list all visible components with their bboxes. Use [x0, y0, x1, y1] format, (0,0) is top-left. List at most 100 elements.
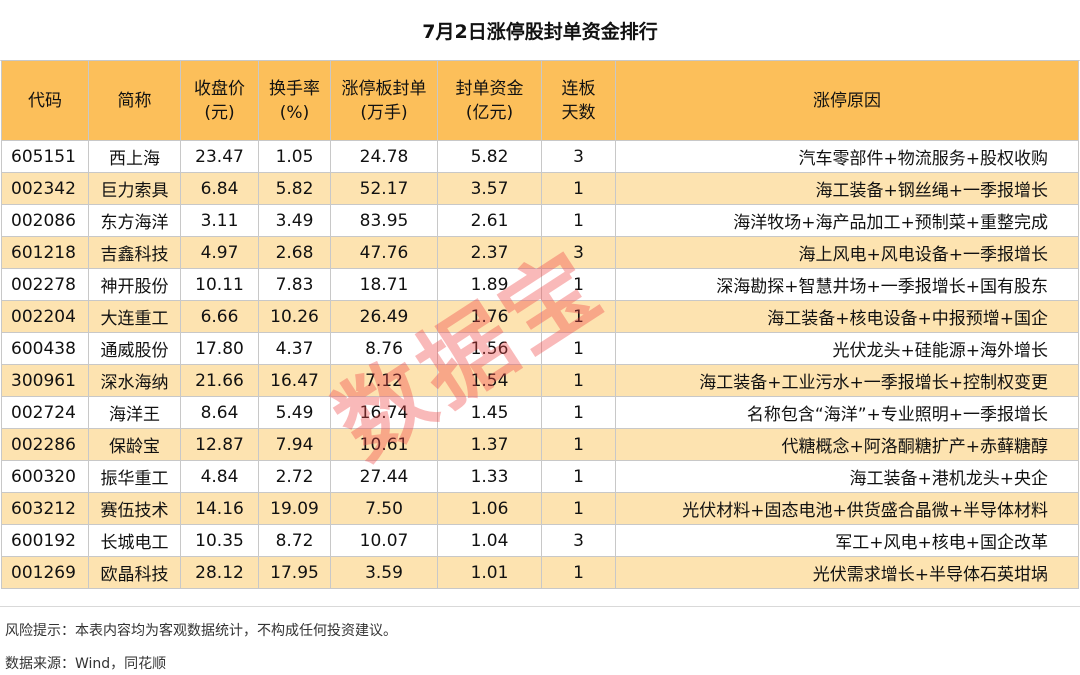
table-row: 300961 深水海纳 21.66 16.47 7.12 1.54 1 海工装备+工业污水+一…: [1, 364, 1079, 397]
close-price-cell: 4.97: [180, 236, 259, 269]
stock-code-cell: 605151: [1, 140, 89, 173]
table-row: 001269 欧晶科技 28.12 17.95 3.59 1.01 1 光伏需求增长+半导体石…: [1, 556, 1079, 589]
consecutive-days-cell: 1: [541, 492, 616, 525]
stock-name-cell: 海洋王: [88, 396, 181, 429]
stock-code-cell: 300961: [1, 364, 89, 397]
consecutive-days-cell: 1: [541, 172, 616, 205]
seal-amount-cell: 3.57: [437, 172, 542, 205]
page-title: 7月2日涨停股封单资金排行: [0, 0, 1080, 61]
limit-up-reason-cell: 名称包含“海洋”+专业照明+一季报增长: [615, 396, 1079, 429]
table-row: 002342 巨力索具 6.84 5.82 52.17 3.57 1 海工装备+钢丝绳+一季报…: [1, 172, 1079, 205]
close-price-cell: 17.80: [180, 332, 259, 365]
seal-volume-cell: 10.07: [330, 524, 438, 557]
limit-up-reason-cell: 军工+风电+核电+国企改革: [615, 524, 1079, 557]
seal-volume-cell: 16.74: [330, 396, 438, 429]
seal-amount-cell: 1.01: [437, 556, 542, 589]
limit-up-reason-cell: 海工装备+港机龙头+央企: [615, 460, 1079, 493]
stock-name-cell: 振华重工: [88, 460, 181, 493]
close-price-cell: 8.64: [180, 396, 259, 429]
close-price-cell: 14.16: [180, 492, 259, 525]
consecutive-days-cell: 1: [541, 204, 616, 237]
seal-volume-cell: 3.59: [330, 556, 438, 589]
table-header: 代码 简称 收盘价 (元) 换手率 (%) 涨停板封单 (万手) 封单资金 (亿元) 连板 天数 涨停原…: [1, 60, 1079, 141]
stock-name-cell: 深水海纳: [88, 364, 181, 397]
seal-volume-cell: 27.44: [330, 460, 438, 493]
seal-volume-cell: 47.76: [330, 236, 438, 269]
column-header-line: 收盘价: [194, 78, 245, 99]
table-row: 600320 振华重工 4.84 2.72 27.44 1.33 1 海工装备+港机龙头+央企: [1, 460, 1079, 493]
consecutive-days-cell: 1: [541, 332, 616, 365]
turnover-rate-cell: 5.49: [258, 396, 331, 429]
seal-amount-cell: 1.04: [437, 524, 542, 557]
close-price-cell: 6.66: [180, 300, 259, 333]
close-price-cell: 4.84: [180, 460, 259, 493]
stock-code-cell: 600192: [1, 524, 89, 557]
limit-up-reason-cell: 海上风电+风电设备+一季报增长: [615, 236, 1079, 269]
close-price-cell: 3.11: [180, 204, 259, 237]
seal-amount-cell: 1.56: [437, 332, 542, 365]
close-price-cell: 23.47: [180, 140, 259, 173]
column-header: 简称: [88, 60, 181, 141]
turnover-rate-cell: 19.09: [258, 492, 331, 525]
limit-up-reason-cell: 海工装备+钢丝绳+一季报增长: [615, 172, 1079, 205]
limit-up-reason-cell: 深海勘探+智慧井场+一季报增长+国有股东: [615, 268, 1079, 301]
seal-amount-cell: 1.45: [437, 396, 542, 429]
stock-name-cell: 保龄宝: [88, 428, 181, 461]
table-row: 002204 大连重工 6.66 10.26 26.49 1.76 1 海工装备+核电设备+中…: [1, 300, 1079, 333]
column-header: 代码: [1, 60, 89, 141]
seal-amount-cell: 1.76: [437, 300, 542, 333]
close-price-cell: 12.87: [180, 428, 259, 461]
stock-name-cell: 赛伍技术: [88, 492, 181, 525]
table-row: 603212 赛伍技术 14.16 19.09 7.50 1.06 1 光伏材料+固态电池+供…: [1, 492, 1079, 525]
column-header-line: 封单资金: [455, 78, 524, 99]
stock-code-cell: 001269: [1, 556, 89, 589]
turnover-rate-cell: 10.26: [258, 300, 331, 333]
stock-name-cell: 吉鑫科技: [88, 236, 181, 269]
column-header: 涨停板封单 (万手): [330, 60, 438, 141]
table-row: 002724 海洋王 8.64 5.49 16.74 1.45 1 名称包含“海洋”+专业照明…: [1, 396, 1079, 429]
seal-volume-cell: 24.78: [330, 140, 438, 173]
consecutive-days-cell: 3: [541, 140, 616, 173]
limit-up-reason-cell: 光伏材料+固态电池+供货盛合晶微+半导体材料: [615, 492, 1079, 525]
turnover-rate-cell: 16.47: [258, 364, 331, 397]
column-header-line: 连板: [561, 78, 596, 99]
consecutive-days-cell: 1: [541, 268, 616, 301]
limit-up-reason-cell: 海洋牧场+海产品加工+预制菜+重整完成: [615, 204, 1079, 237]
table-row: 605151 西上海 23.47 1.05 24.78 5.82 3 汽车零部件+物流服务+股…: [1, 140, 1079, 173]
turnover-rate-cell: 8.72: [258, 524, 331, 557]
header-row: 代码 简称 收盘价 (元) 换手率 (%) 涨停板封单 (万手) 封单资金 (亿元) 连板 天数 涨停原…: [1, 60, 1079, 141]
stock-name-cell: 欧晶科技: [88, 556, 181, 589]
column-header-line: (元): [204, 102, 235, 123]
stock-code-cell: 002086: [1, 204, 89, 237]
column-header-line: 换手率: [269, 78, 320, 99]
limit-up-reason-cell: 海工装备+核电设备+中报预增+国企: [615, 300, 1079, 333]
stock-code-cell: 600438: [1, 332, 89, 365]
stock-code-cell: 601218: [1, 236, 89, 269]
turnover-rate-cell: 17.95: [258, 556, 331, 589]
stock-name-cell: 通威股份: [88, 332, 181, 365]
consecutive-days-cell: 3: [541, 236, 616, 269]
table-row: 002086 东方海洋 3.11 3.49 83.95 2.61 1 海洋牧场+海产品加工+预…: [1, 204, 1079, 237]
seal-volume-cell: 8.76: [330, 332, 438, 365]
limit-up-reason-cell: 海工装备+工业污水+一季报增长+控制权变更: [615, 364, 1079, 397]
turnover-rate-cell: 1.05: [258, 140, 331, 173]
close-price-cell: 21.66: [180, 364, 259, 397]
column-header-line: (万手): [360, 102, 408, 123]
consecutive-days-cell: 1: [541, 396, 616, 429]
seal-amount-cell: 5.82: [437, 140, 542, 173]
limit-up-reason-cell: 代糖概念+阿洛酮糖扩产+赤藓糖醇: [615, 428, 1079, 461]
column-header-line: 涨停板封单: [341, 78, 427, 99]
limit-up-reason-cell: 光伏需求增长+半导体石英坩埚: [615, 556, 1079, 589]
seal-volume-cell: 10.61: [330, 428, 438, 461]
stock-code-cell: 002278: [1, 268, 89, 301]
table-row: 002278 神开股份 10.11 7.83 18.71 1.89 1 深海勘探+智慧井场+一…: [1, 268, 1079, 301]
seal-amount-cell: 1.89: [437, 268, 542, 301]
consecutive-days-cell: 1: [541, 556, 616, 589]
stock-code-cell: 600320: [1, 460, 89, 493]
stock-code-cell: 002342: [1, 172, 89, 205]
seal-volume-cell: 83.95: [330, 204, 438, 237]
column-header: 连板 天数: [541, 60, 616, 141]
limit-up-reason-cell: 光伏龙头+硅能源+海外增长: [615, 332, 1079, 365]
turnover-rate-cell: 4.37: [258, 332, 331, 365]
consecutive-days-cell: 1: [541, 428, 616, 461]
